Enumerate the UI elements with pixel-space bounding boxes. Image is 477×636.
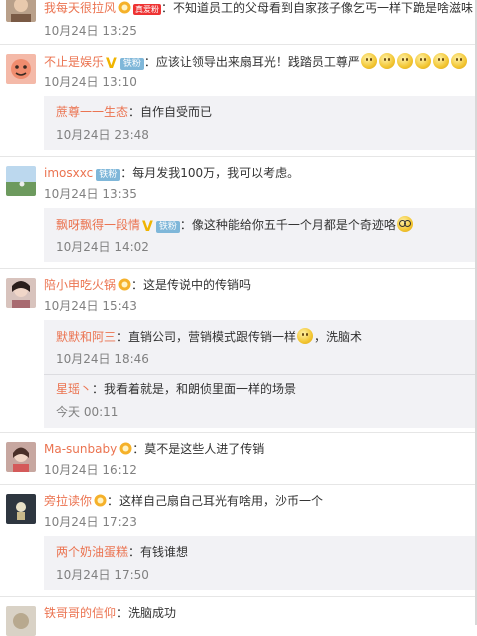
comment-text: ：应该让领导出来扇耳光！践踏员工尊严	[143, 55, 360, 69]
reply-box: 默默和阿三：直销公司，营销模式跟传销一样 ，洗脑术 10月24日 18:46 星瑶…	[44, 320, 477, 428]
avatar[interactable]	[6, 494, 36, 524]
medal-icon	[118, 1, 131, 14]
commenter-name[interactable]: 旁拉读你	[44, 494, 92, 508]
reply-divider	[44, 374, 477, 375]
medal-icon	[94, 494, 107, 507]
reply-name[interactable]: 默默和阿三	[56, 330, 116, 344]
reply-text: ：有钱谁想	[128, 545, 189, 559]
divider	[0, 268, 477, 269]
divider	[0, 484, 477, 485]
comment-time: 10月24日 15:43	[44, 299, 137, 313]
comment-text: ：每月发我100万，我可以考虑。	[120, 166, 300, 180]
commenter-name[interactable]: 陪小申吃火锅	[44, 278, 116, 292]
reply-text: ：直销公司，营销模式跟传销一样	[116, 330, 297, 344]
reply-name[interactable]: 两个奶油蛋糕	[56, 545, 128, 559]
reply-text: ：我看着就是，和朗侦里面一样的场景	[92, 382, 297, 396]
divider	[0, 596, 477, 597]
commenter-name[interactable]: 我每天很拉风	[44, 1, 116, 15]
comment-text: ：这是传说中的传销吗	[131, 278, 252, 292]
medal-icon	[119, 442, 132, 455]
avatar[interactable]	[6, 606, 36, 636]
comment-time: 10月24日 13:10	[44, 75, 137, 89]
emoji-icon	[297, 328, 314, 344]
reply-text: ：像这种能给你五千一个月都是个奇迹咯	[179, 218, 396, 232]
avatar[interactable]	[6, 166, 36, 196]
emoji-icon	[396, 53, 413, 69]
reply-name[interactable]: 蔗尊一一生态	[56, 105, 128, 119]
reply-time: 10月24日 17:50	[56, 568, 149, 582]
commenter-name[interactable]: imosxxc	[44, 166, 93, 180]
reply-time: 10月24日 23:48	[56, 128, 149, 142]
divider	[0, 44, 477, 45]
reply-box: 飘呀飘得一段情 V 铁粉 ：像这种能给你五千一个月都是个奇迹咯 10月24日 14:0…	[44, 208, 477, 262]
fan-badge: 铁粉	[155, 221, 180, 233]
emoji-icon	[396, 216, 413, 232]
verified-v-icon: V	[106, 56, 117, 72]
comment-time: 10月24日 13:25	[44, 24, 137, 38]
avatar[interactable]	[6, 54, 36, 84]
verified-v-icon: V	[142, 219, 153, 235]
commenter-name[interactable]: 铁哥哥的信仰	[44, 606, 116, 620]
vip-badge: 真爱粉	[133, 4, 162, 15]
reply-name[interactable]: 星瑶丶	[56, 382, 92, 396]
emoji-icon	[360, 53, 377, 69]
comment-text: ：莫不是这些人进了传销	[132, 442, 265, 456]
reply-time: 今天 00:11	[56, 405, 119, 419]
divider	[0, 432, 477, 433]
reply-box: 两个奶油蛋糕：有钱谁想 10月24日 17:50	[44, 536, 477, 590]
comment-text: ：洗脑成功	[116, 606, 177, 620]
comment-text: ：这样自己扇自己耳光有啥用，沙币一个	[107, 494, 324, 508]
commenter-name[interactable]: Ma-sunbaby	[44, 442, 117, 456]
comment-time: 10月24日 13:35	[44, 187, 137, 201]
medal-icon	[118, 278, 131, 291]
fan-badge: 铁粉	[96, 169, 121, 181]
reply-name[interactable]: 飘呀飘得一段情	[56, 218, 140, 232]
reply-time: 10月24日 14:02	[56, 240, 149, 254]
comment-time: 10月24日 17:23	[44, 515, 137, 529]
avatar[interactable]	[6, 278, 36, 308]
reply-text: ：自作自受而已	[128, 105, 213, 119]
comment-time: 10月24日 16:12	[44, 463, 137, 477]
emoji-icon	[432, 53, 449, 69]
emoji-icon	[450, 53, 467, 69]
commenter-name[interactable]: 不止是娱乐	[44, 55, 104, 69]
emoji-icon	[414, 53, 431, 69]
avatar[interactable]	[6, 0, 36, 22]
reply-time: 10月24日 18:46	[56, 352, 149, 366]
fan-badge: 铁粉	[119, 58, 144, 70]
emoji-icon	[378, 53, 395, 69]
reply-box: 蔗尊一一生态：自作自受而已 10月24日 23:48	[44, 96, 477, 150]
divider	[0, 156, 477, 157]
avatar[interactable]	[6, 442, 36, 472]
reply-text-tail: ，洗脑术	[314, 330, 363, 344]
comment-text: ：不知道员工的父母看到自家孩子像乞丐一样下跪是啥滋味	[161, 1, 474, 15]
